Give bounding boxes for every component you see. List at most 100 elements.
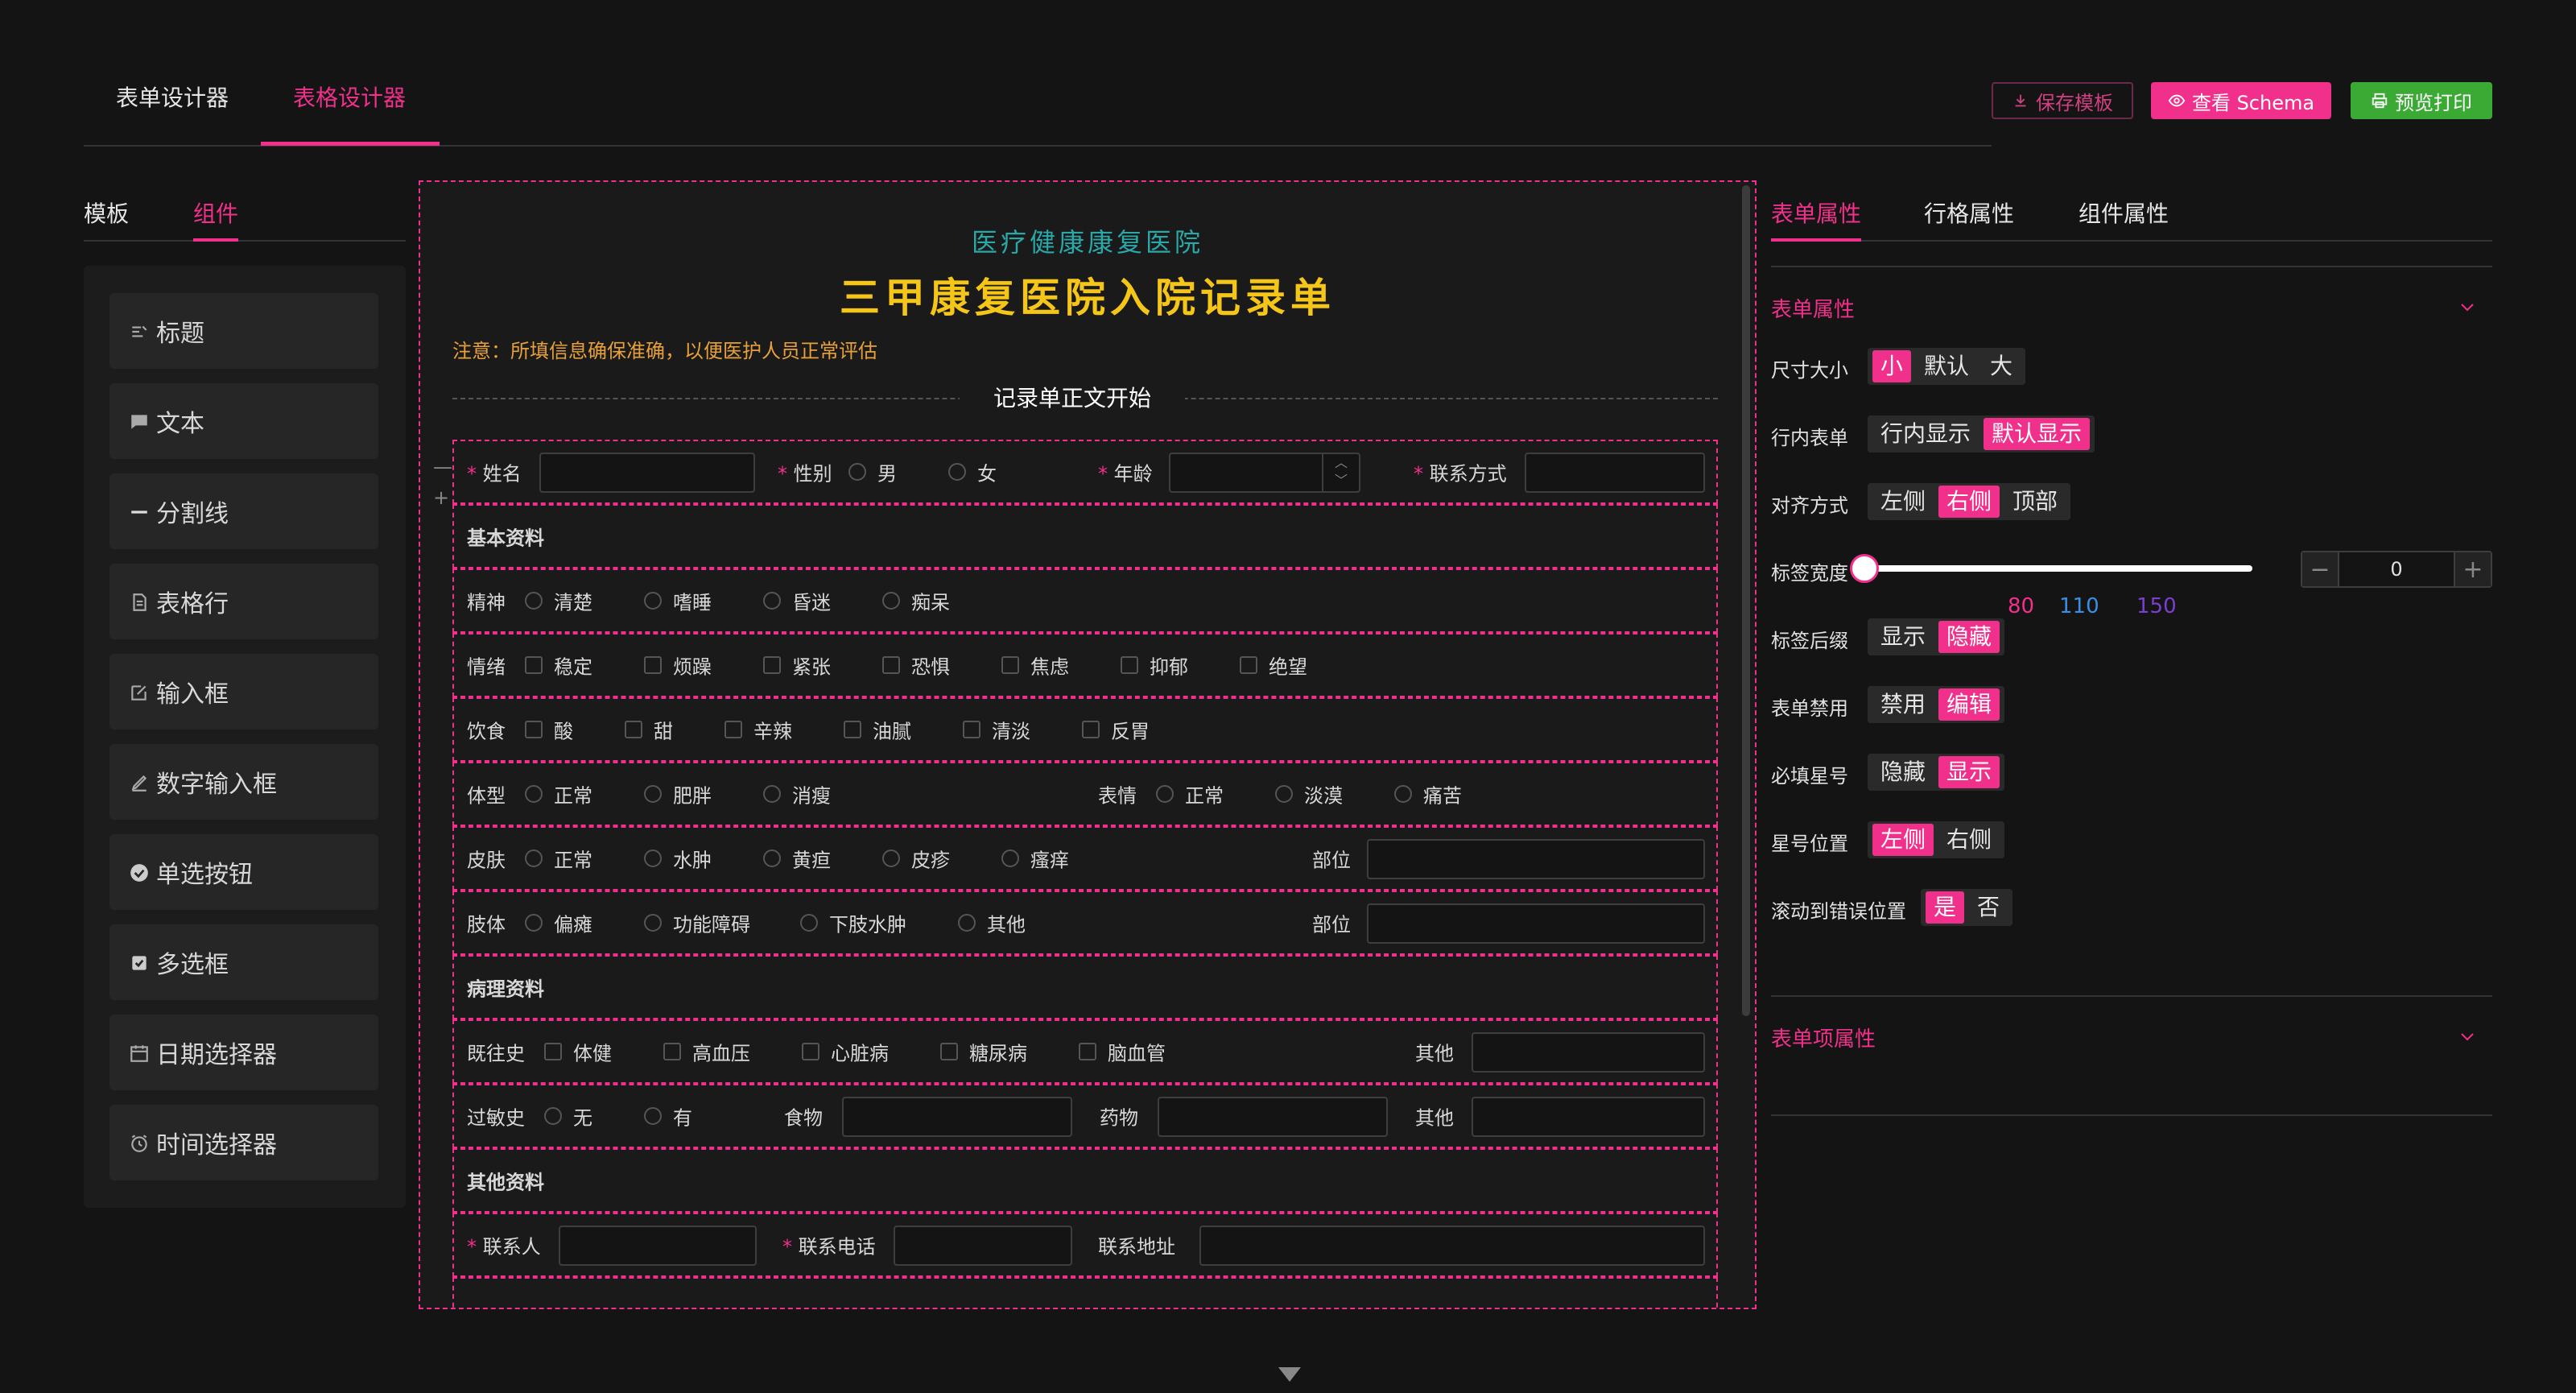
table-row-diet[interactable]: 饮食 酸 甜 辛辣 油腻 清淡 反胃	[452, 697, 1718, 762]
inline-on[interactable]: 行内显示	[1872, 418, 1979, 450]
checkbox[interactable]	[544, 1043, 562, 1060]
radio[interactable]	[1001, 849, 1019, 867]
row-add-icon[interactable]: +	[433, 486, 449, 509]
component-checkbox[interactable]: 多选框	[109, 924, 378, 1000]
checkbox[interactable]	[644, 656, 662, 674]
table-row-emotion[interactable]: 情绪 稳定 烦躁 紧张 恐惧 焦虑 抑郁 绝望	[452, 633, 1718, 697]
checkbox[interactable]	[1001, 656, 1019, 674]
component-title[interactable]: 标题	[109, 293, 378, 369]
checkbox[interactable]	[763, 656, 781, 674]
label-width-value[interactable]: 0	[2339, 552, 2454, 586]
required-selector[interactable]: 隐藏 显示	[1868, 754, 2005, 791]
design-canvas[interactable]: 医疗健康康复医院 三甲康复医院入院记录单 注意：所填信息确保准确，以便医护人员正…	[419, 180, 1757, 1309]
slider-handle[interactable]	[1850, 554, 1879, 583]
table-row-mental[interactable]: 精神 清楚 嗜睡 昏迷 痴呆	[452, 568, 1718, 633]
required-show[interactable]: 显示	[1938, 756, 2000, 788]
required-hide[interactable]: 隐藏	[1872, 756, 1934, 788]
align-top[interactable]: 顶部	[2004, 486, 2066, 518]
star-left[interactable]: 左侧	[1872, 824, 1934, 856]
scroll-yes[interactable]: 是	[1926, 891, 1965, 924]
component-time-picker[interactable]: 时间选择器	[109, 1105, 378, 1180]
component-radio[interactable]: 单选按钮	[109, 834, 378, 910]
star-right[interactable]: 右侧	[1938, 824, 2000, 856]
radio[interactable]	[958, 914, 976, 932]
component-text[interactable]: 文本	[109, 383, 378, 459]
size-default[interactable]: 默认	[1916, 350, 1977, 382]
save-template-button[interactable]: 保存模板	[1992, 82, 2133, 119]
table-row-limb[interactable]: 肢体 偏瘫 功能障碍 下肢水肿 其他 部位	[452, 891, 1718, 955]
section-row-other[interactable]: 其他资料	[452, 1148, 1718, 1213]
contact-input[interactable]	[1525, 453, 1705, 493]
tab-component-props[interactable]: 组件属性	[2079, 196, 2169, 229]
skin-part-input[interactable]	[1367, 839, 1705, 879]
table-row-body[interactable]: 体型 正常 肥胖 消瘦 表情 正常 淡漠 痛苦	[452, 762, 1718, 826]
contact-phone-input[interactable]	[894, 1226, 1072, 1266]
checkbox[interactable]	[1240, 656, 1257, 674]
size-small[interactable]: 小	[1872, 350, 1912, 382]
checkbox[interactable]	[625, 721, 642, 738]
disabled-selector[interactable]: 禁用 编辑	[1868, 686, 2005, 723]
radio[interactable]	[644, 1107, 662, 1125]
component-input[interactable]: 输入框	[109, 654, 378, 730]
chevron-down-icon[interactable]	[1272, 1362, 1307, 1387]
radio[interactable]	[525, 849, 543, 867]
radio[interactable]	[1156, 785, 1174, 803]
table-row-partial[interactable]	[452, 1277, 1718, 1308]
checkbox[interactable]	[724, 721, 742, 738]
history-other-input[interactable]	[1472, 1032, 1705, 1073]
drug-input[interactable]	[1158, 1097, 1388, 1137]
disabled-on[interactable]: 禁用	[1872, 688, 1934, 721]
tab-form-props[interactable]: 表单属性	[1771, 196, 1861, 229]
radio[interactable]	[644, 849, 662, 867]
radio[interactable]	[763, 592, 781, 610]
tab-table-designer[interactable]: 表格设计器	[293, 81, 406, 113]
star-position-selector[interactable]: 左侧 右侧	[1868, 821, 2005, 858]
male-radio[interactable]	[848, 463, 866, 481]
checkbox[interactable]	[1121, 656, 1138, 674]
suffix-selector[interactable]: 显示 隐藏	[1868, 618, 2005, 655]
disabled-edit[interactable]: 编辑	[1938, 688, 2000, 721]
table-row-history[interactable]: 既往史 体健 高血压 心脏病 糖尿病 脑血管 其他	[452, 1019, 1718, 1084]
label-width-slider[interactable]	[1866, 565, 2252, 572]
checkbox[interactable]	[844, 721, 861, 738]
component-table-row[interactable]: 表格行	[109, 564, 378, 639]
component-number-input[interactable]: 数字输入框	[109, 744, 378, 820]
chevron-down-icon[interactable]	[2458, 1027, 2476, 1045]
suffix-show[interactable]: 显示	[1872, 621, 1934, 653]
component-divider[interactable]: 分割线	[109, 473, 378, 549]
food-input[interactable]	[842, 1097, 1072, 1137]
radio[interactable]	[644, 592, 662, 610]
section-row-basic[interactable]: 基本资料	[452, 504, 1718, 568]
tab-templates[interactable]: 模板	[84, 196, 129, 229]
radio[interactable]	[800, 914, 818, 932]
checkbox[interactable]	[1082, 721, 1100, 738]
radio[interactable]	[525, 785, 543, 803]
align-selector[interactable]: 左侧 右侧 顶部	[1868, 483, 2071, 520]
component-date-picker[interactable]: 日期选择器	[109, 1015, 378, 1090]
tab-components[interactable]: 组件	[193, 196, 238, 229]
form-item-props-section-title[interactable]: 表单项属性	[1771, 1023, 1876, 1052]
suffix-hide[interactable]: 隐藏	[1938, 621, 2000, 653]
scroll-no[interactable]: 否	[1969, 891, 2008, 924]
preview-print-button[interactable]: 预览打印	[2351, 82, 2492, 119]
checkbox[interactable]	[525, 721, 543, 738]
align-left[interactable]: 左侧	[1872, 486, 1934, 518]
form-props-section-title[interactable]: 表单属性	[1771, 293, 1855, 323]
radio[interactable]	[1394, 785, 1412, 803]
radio[interactable]	[1275, 785, 1293, 803]
allergy-other-input[interactable]	[1472, 1097, 1705, 1137]
checkbox[interactable]	[663, 1043, 681, 1060]
radio[interactable]	[882, 849, 900, 867]
size-large[interactable]: 大	[1982, 350, 2021, 382]
radio[interactable]	[525, 592, 543, 610]
age-number-input[interactable]: ︿ ﹀	[1169, 453, 1360, 493]
checkbox[interactable]	[963, 721, 980, 738]
checkbox[interactable]	[525, 656, 543, 674]
stepper-arrows[interactable]: ︿ ﹀	[1322, 454, 1359, 491]
table-row-contact[interactable]: 联系人 联系电话 联系地址	[452, 1213, 1718, 1277]
scroll-error-selector[interactable]: 是 否	[1921, 889, 2013, 926]
size-selector[interactable]: 小 默认 大	[1868, 348, 2026, 385]
radio[interactable]	[525, 914, 543, 932]
inline-default[interactable]: 默认显示	[1984, 418, 2091, 450]
checkbox[interactable]	[882, 656, 900, 674]
